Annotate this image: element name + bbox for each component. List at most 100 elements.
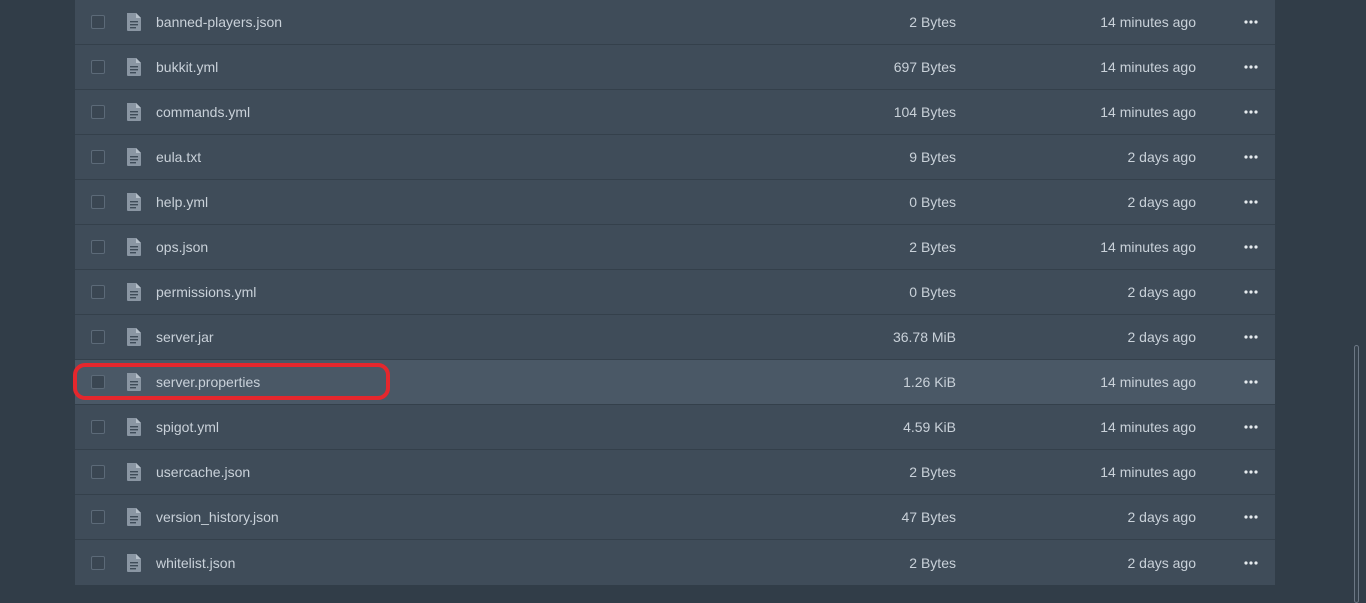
file-row[interactable]: permissions.yml 0 Bytes 2 days ago: [75, 270, 1275, 315]
more-horizontal-icon: [1244, 200, 1258, 204]
file-name[interactable]: permissions.yml: [156, 284, 256, 300]
file-size: 47 Bytes: [901, 509, 956, 525]
file-text-icon: [127, 58, 141, 76]
row-checkbox[interactable]: [91, 15, 105, 29]
file-actions-button[interactable]: [1243, 104, 1259, 120]
more-horizontal-icon: [1244, 560, 1258, 565]
file-name[interactable]: whitelist.json: [156, 555, 235, 571]
file-actions-button[interactable]: [1243, 419, 1259, 435]
scrollbar-thumb[interactable]: [1354, 345, 1359, 603]
file-text-icon: [127, 283, 141, 301]
file-actions-button[interactable]: [1243, 555, 1259, 571]
file-modified-date: 14 minutes ago: [1100, 239, 1196, 255]
row-checkbox[interactable]: [91, 420, 105, 434]
file-text-icon: [127, 373, 141, 391]
file-size: 2 Bytes: [909, 554, 956, 571]
more-horizontal-icon: [1244, 290, 1258, 294]
file-text-icon: [127, 193, 141, 211]
file-row[interactable]: banned-players.json 2 Bytes 14 minutes a…: [75, 0, 1275, 45]
more-horizontal-icon: [1244, 20, 1258, 24]
file-size: 9 Bytes: [909, 149, 956, 165]
file-actions-button[interactable]: [1243, 239, 1259, 255]
file-row[interactable]: usercache.json 2 Bytes 14 minutes ago: [75, 450, 1275, 495]
file-modified-date: 2 days ago: [1127, 194, 1197, 210]
file-modified-date: 14 minutes ago: [1100, 104, 1196, 120]
file-size: 104 Bytes: [893, 104, 956, 120]
file-row[interactable]: server.jar 36.78 MiB 2 days ago: [75, 315, 1275, 360]
file-row[interactable]: version_history.json 47 Bytes 2 days ago: [75, 495, 1275, 540]
file-actions-button[interactable]: [1243, 14, 1259, 30]
file-name[interactable]: server.jar: [156, 329, 214, 345]
file-list: banned-players.json 2 Bytes 14 minutes a…: [73, 0, 1275, 585]
file-modified-date: 14 minutes ago: [1100, 59, 1196, 75]
file-modified-date: 2 days ago: [1127, 329, 1197, 345]
file-actions-button[interactable]: [1243, 194, 1259, 210]
file-modified-date: 2 days ago: [1127, 284, 1197, 300]
file-actions-button[interactable]: [1243, 464, 1259, 480]
file-modified-date: 2 days ago: [1127, 149, 1197, 165]
file-name[interactable]: spigot.yml: [156, 419, 219, 435]
file-name[interactable]: version_history.json: [156, 509, 279, 525]
file-name[interactable]: commands.yml: [156, 104, 250, 120]
row-checkbox[interactable]: [91, 555, 105, 570]
row-checkbox[interactable]: [91, 285, 105, 299]
row-checkbox[interactable]: [91, 510, 105, 524]
more-horizontal-icon: [1244, 155, 1258, 159]
row-checkbox[interactable]: [91, 60, 105, 74]
file-actions-button[interactable]: [1243, 59, 1259, 75]
row-checkbox[interactable]: [91, 240, 105, 254]
row-checkbox[interactable]: [91, 330, 105, 344]
file-actions-button[interactable]: [1243, 509, 1259, 525]
file-modified-date: 14 minutes ago: [1100, 374, 1196, 390]
file-row[interactable]: server.properties 1.26 KiB 14 minutes ag…: [73, 360, 1275, 405]
file-size: 36.78 MiB: [892, 329, 956, 345]
file-row[interactable]: spigot.yml 4.59 KiB 14 minutes ago: [75, 405, 1275, 450]
file-name[interactable]: banned-players.json: [156, 14, 282, 30]
file-size: 2 Bytes: [909, 464, 956, 480]
file-text-icon: [127, 148, 141, 166]
row-checkbox[interactable]: [91, 150, 105, 164]
file-name[interactable]: bukkit.yml: [156, 59, 218, 75]
file-text-icon: [127, 508, 141, 526]
file-actions-button[interactable]: [1243, 149, 1259, 165]
file-text-icon: [127, 13, 141, 31]
file-row[interactable]: ops.json 2 Bytes 14 minutes ago: [75, 225, 1275, 270]
file-row[interactable]: eula.txt 9 Bytes 2 days ago: [75, 135, 1275, 180]
file-text-icon: [127, 103, 141, 121]
file-row[interactable]: whitelist.json 2 Bytes 2 days ago: [75, 540, 1275, 585]
file-actions-button[interactable]: [1243, 374, 1259, 390]
file-modified-date: 14 minutes ago: [1100, 464, 1196, 480]
file-name[interactable]: help.yml: [156, 194, 208, 210]
file-modified-date: 2 days ago: [1127, 509, 1197, 525]
row-checkbox[interactable]: [91, 195, 105, 209]
file-text-icon: [127, 328, 141, 346]
file-row[interactable]: bukkit.yml 697 Bytes 14 minutes ago: [75, 45, 1275, 90]
file-modified-date: 2 days ago: [1127, 554, 1197, 571]
file-modified-date: 14 minutes ago: [1100, 14, 1196, 30]
more-horizontal-icon: [1244, 335, 1258, 339]
file-name[interactable]: ops.json: [156, 239, 208, 255]
file-text-icon: [127, 418, 141, 436]
more-horizontal-icon: [1244, 425, 1258, 429]
more-horizontal-icon: [1244, 470, 1258, 474]
more-horizontal-icon: [1244, 380, 1258, 384]
file-text-icon: [127, 553, 141, 572]
file-actions-button[interactable]: [1243, 284, 1259, 300]
more-horizontal-icon: [1244, 515, 1258, 519]
file-row[interactable]: help.yml 0 Bytes 2 days ago: [75, 180, 1275, 225]
file-name[interactable]: eula.txt: [156, 149, 201, 165]
row-checkbox[interactable]: [91, 465, 105, 479]
more-horizontal-icon: [1244, 65, 1258, 69]
file-size: 0 Bytes: [909, 284, 956, 300]
file-name[interactable]: server.properties: [156, 374, 260, 390]
more-horizontal-icon: [1244, 110, 1258, 114]
row-checkbox[interactable]: [91, 105, 105, 119]
file-modified-date: 14 minutes ago: [1100, 419, 1196, 435]
file-text-icon: [127, 463, 141, 481]
file-actions-button[interactable]: [1243, 329, 1259, 345]
row-checkbox[interactable]: [91, 375, 105, 389]
file-size: 0 Bytes: [909, 194, 956, 210]
file-name[interactable]: usercache.json: [156, 464, 250, 480]
file-size: 2 Bytes: [909, 239, 956, 255]
file-row[interactable]: commands.yml 104 Bytes 14 minutes ago: [75, 90, 1275, 135]
